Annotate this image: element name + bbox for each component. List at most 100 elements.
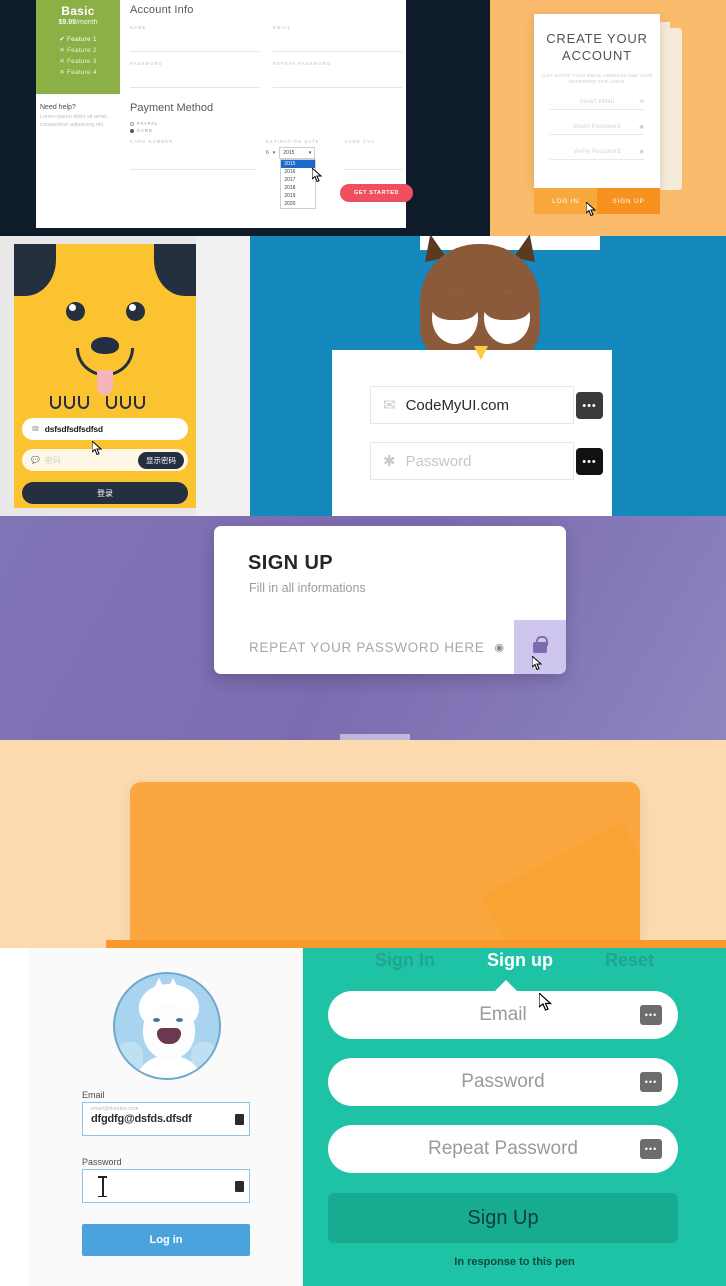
form-row: PASSWORD REPEAT PASSWORD xyxy=(130,61,402,88)
owl-email-value: CodeMyUI.com xyxy=(405,396,509,414)
year-option[interactable]: 2018 xyxy=(281,184,315,192)
owl-email-input[interactable]: ✉ CodeMyUI.com ••• xyxy=(370,386,603,424)
repeat-password-field[interactable]: REPEAT YOUR PASSWORD HERE ◉ xyxy=(214,620,566,674)
repeat-password-placeholder: REPEAT YOUR PASSWORD HERE xyxy=(249,639,485,655)
keyboard-icon[interactable]: ••• xyxy=(576,448,603,475)
green-email-input[interactable]: Email ••• xyxy=(328,991,678,1039)
orange-card xyxy=(130,782,640,942)
year-option[interactable]: 2019 xyxy=(281,192,315,200)
keyboard-icon[interactable]: ••• xyxy=(576,392,603,419)
need-help-body: Lorem ipsum dolor sit amet, consectetur … xyxy=(40,114,108,128)
keyboard-icon[interactable]: ••• xyxy=(640,1072,662,1092)
get-started-button[interactable]: GET STARTED xyxy=(340,184,413,202)
create-account-buttons: LOG IN SIGN UP xyxy=(534,188,660,214)
signup-button[interactable]: SIGN UP xyxy=(597,188,660,214)
month-caret-icon: ▾ xyxy=(272,150,276,156)
row-yeti-green: Email email@domain.com dfgdfg@dsfds.dfsd… xyxy=(0,940,726,1286)
owl-password-input[interactable]: ✱ Password ••• xyxy=(370,442,603,480)
owl-login-card: ✉ CodeMyUI.com ••• ✱ Password ••• xyxy=(332,350,612,516)
year-option[interactable]: 2020 xyxy=(281,200,315,208)
eye-icon[interactable]: ◉ xyxy=(639,124,644,130)
password-input[interactable] xyxy=(130,66,259,88)
year-option[interactable]: 2016 xyxy=(281,168,315,176)
dog-tongue xyxy=(97,370,113,395)
plan-card-basic[interactable]: Basic $9.99/month ✔ Feature 1 ✕ Feature … xyxy=(36,0,120,94)
year-select-value: 2015 xyxy=(283,150,295,156)
eye-icon[interactable]: ◉ xyxy=(495,641,505,654)
text-cursor-icon xyxy=(99,1176,106,1197)
radio-card[interactable]: CARD xyxy=(130,128,402,133)
insert-email-field[interactable]: Insert eMail ✉ xyxy=(550,94,644,110)
chat-icon: 💬 xyxy=(31,457,40,464)
keyboard-icon[interactable] xyxy=(235,1114,244,1125)
asterisk-icon: ✱ xyxy=(383,453,396,470)
yeti-mouth xyxy=(157,1028,181,1044)
yeti-avatar xyxy=(113,972,221,1080)
name-field-group: NAME xyxy=(130,25,259,52)
expiration-date-label: EXPIRATION DATE xyxy=(266,139,320,144)
card-cvc-input[interactable] xyxy=(344,144,402,170)
plan-price-period: /month xyxy=(76,19,98,26)
tab-sign-up[interactable]: Sign up xyxy=(487,950,553,971)
tab-reset[interactable]: Reset xyxy=(605,950,654,971)
year-option[interactable]: 2017 xyxy=(281,176,315,184)
dog-login-button[interactable]: 登录 xyxy=(22,482,188,504)
dog-eye-right xyxy=(126,302,145,321)
year-dropdown-list[interactable]: 2015 2016 2017 2018 2019 2020 xyxy=(280,159,317,209)
mouse-cursor xyxy=(312,168,323,183)
purple-signup-title: SIGN UP xyxy=(248,552,334,574)
repeat-password-input[interactable] xyxy=(273,66,402,88)
tab-sign-in[interactable]: Sign In xyxy=(375,950,435,971)
phone-icon: ☎ xyxy=(31,426,40,433)
form-row: NAME EMAIL xyxy=(130,25,402,52)
keyboard-icon[interactable]: ••• xyxy=(640,1139,662,1159)
yeti-login-button[interactable]: Log in xyxy=(82,1224,250,1256)
show-password-button[interactable]: 显示密码 xyxy=(138,452,184,469)
expiration-selects: 6 ▾ 2015 ▾ 2015 2016 2017 2018 2019 2020 xyxy=(266,147,335,209)
green-password-placeholder: Password xyxy=(461,1071,545,1092)
verify-password-field[interactable]: Verify Password ◉ xyxy=(550,144,644,160)
purple-signup-card: SIGN UP Fill in all informations REPEAT … xyxy=(214,526,566,674)
insert-password-placeholder: Insert Password xyxy=(573,123,621,130)
green-signup-button[interactable]: Sign Up xyxy=(328,1193,678,1243)
card-number-group: CARD NUMBER xyxy=(130,139,256,170)
orange-divider-strip-light xyxy=(0,940,106,948)
yeti-password-input[interactable] xyxy=(82,1169,250,1203)
dog-phone-input[interactable]: ☎ dsfsdfsdfsdfsd xyxy=(22,418,188,440)
plan-feature-label: Feature 4 xyxy=(67,69,97,76)
year-select[interactable]: 2015 ▾ 2015 2016 2017 2018 2019 2020 xyxy=(279,147,317,209)
verify-password-placeholder: Verify Password xyxy=(573,148,621,155)
screenshot-root: Basic $9.99/month ✔ Feature 1 ✕ Feature … xyxy=(0,0,726,1286)
password-field-group: PASSWORD xyxy=(130,61,259,88)
need-help-title: Need help? xyxy=(40,104,76,111)
name-input[interactable] xyxy=(130,30,259,52)
month-select[interactable]: 6 xyxy=(266,150,269,156)
dog-password-input[interactable]: 💬 密码 显示密码 xyxy=(22,449,188,471)
insert-password-field[interactable]: Insert Password ◉ xyxy=(550,119,644,135)
yeti-email-value: dfgdfg@dsfds.dfsdf xyxy=(91,1113,192,1125)
card-number-input[interactable] xyxy=(130,144,256,170)
mail-icon: ✉ xyxy=(639,98,644,105)
dog-whiskers-right xyxy=(106,396,145,409)
yeti-email-input[interactable]: email@domain.com dfgdfg@dsfds.dfsdf xyxy=(82,1102,250,1136)
plan-feature-item: ✕ Feature 2 xyxy=(59,47,97,54)
dog-phone-value: dsfsdfsdfsdfsd xyxy=(44,424,103,434)
keyboard-icon[interactable]: ••• xyxy=(640,1005,662,1025)
keyboard-icon[interactable] xyxy=(235,1181,244,1192)
dog-password-placeholder: 密码 xyxy=(44,455,61,465)
payment-fields-row: CARD NUMBER EXPIRATION DATE 6 ▾ 2015 ▾ 2… xyxy=(130,139,402,209)
plan-title: Basic xyxy=(61,4,95,18)
year-option[interactable]: 2015 xyxy=(281,160,316,168)
repeat-password-field-group: REPEAT PASSWORD xyxy=(273,61,402,88)
yeti-eye-left xyxy=(153,1018,160,1022)
plan-feature-label: Feature 3 xyxy=(67,58,97,65)
green-password-input[interactable]: Password ••• xyxy=(328,1058,678,1106)
green-repeat-password-input[interactable]: Repeat Password ••• xyxy=(328,1125,678,1173)
radio-paypal[interactable]: PAYPAL xyxy=(130,121,402,126)
mouse-cursor xyxy=(92,441,103,456)
radio-paypal-label: PAYPAL xyxy=(137,121,159,126)
email-input[interactable] xyxy=(273,30,402,52)
orange-divider-strip xyxy=(0,940,726,948)
eye-icon[interactable]: ◉ xyxy=(639,149,644,155)
orange-card-accent-shape xyxy=(481,821,640,942)
